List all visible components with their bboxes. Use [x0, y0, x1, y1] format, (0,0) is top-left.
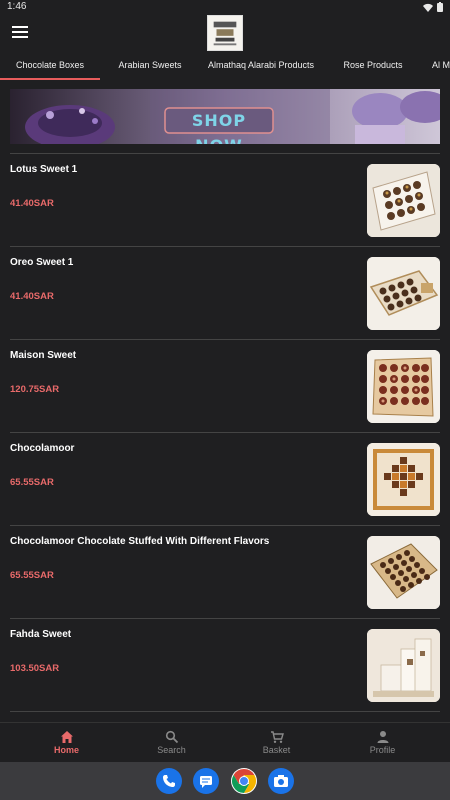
- hamburger-icon: [12, 26, 28, 28]
- product-price: 41.40SAR: [10, 291, 54, 302]
- tab-chocolate-boxes[interactable]: Chocolate Boxes: [0, 54, 100, 80]
- product-image: [367, 164, 440, 237]
- tab-al-m[interactable]: Al M: [424, 54, 450, 80]
- shop-now-banner[interactable]: SHOP NOW: [10, 89, 440, 144]
- product-price: 65.55SAR: [10, 570, 54, 581]
- status-time: 1:46: [7, 1, 27, 12]
- person-icon: [377, 731, 388, 743]
- nav-basket-label: Basket: [262, 745, 291, 755]
- category-tabs: Chocolate Boxes Arabian Sweets Almathaq …: [0, 54, 450, 80]
- cart-icon: [270, 731, 284, 743]
- battery-icon: [437, 2, 443, 12]
- search-icon: [165, 730, 178, 744]
- product-name: Maison Sweet: [10, 350, 77, 361]
- product-price: 41.40SAR: [10, 198, 54, 209]
- product-price: 65.55SAR: [10, 477, 54, 488]
- nav-home[interactable]: Home: [14, 723, 119, 763]
- camera-icon[interactable]: [268, 768, 294, 794]
- product-name: Lotus Sweet 1: [10, 164, 78, 175]
- tab-rose-products[interactable]: Rose Products: [322, 54, 424, 80]
- divider: [10, 711, 440, 712]
- product-item[interactable]: Oreo Sweet 1 41.40SAR: [0, 247, 450, 340]
- system-dock: [0, 762, 450, 800]
- nav-profile[interactable]: Profile: [330, 723, 435, 763]
- chrome-icon[interactable]: [231, 768, 257, 794]
- hamburger-icon-line: [12, 31, 28, 33]
- product-price: 103.50SAR: [10, 663, 60, 674]
- nav-profile-label: Profile: [369, 745, 396, 755]
- status-bar: 1:46: [0, 0, 450, 14]
- phone-icon[interactable]: [156, 768, 182, 794]
- product-name: Oreo Sweet 1: [10, 257, 74, 268]
- product-image: [367, 257, 440, 330]
- product-item[interactable]: Fahda Sweet 103.50SAR: [0, 619, 450, 712]
- product-item[interactable]: Chocolamoor 65.55SAR: [0, 433, 450, 526]
- wifi-icon: [423, 3, 433, 12]
- product-item[interactable]: Chocolamoor Chocolate Stuffed With Diffe…: [0, 526, 450, 619]
- hamburger-icon-line: [12, 36, 28, 38]
- nav-search[interactable]: Search: [119, 723, 224, 763]
- product-image: [367, 536, 440, 609]
- tab-almathaq-alarabi-products[interactable]: Almathaq Alarabi Products: [200, 54, 322, 80]
- product-item[interactable]: Lotus Sweet 1 41.40SAR: [0, 154, 450, 247]
- bottom-navigation: Home Search Basket Profile: [0, 722, 450, 762]
- hamburger-menu-button[interactable]: [12, 26, 28, 40]
- messages-icon[interactable]: [193, 768, 219, 794]
- status-icons: [423, 2, 443, 12]
- product-image: [367, 443, 440, 516]
- product-image: [367, 629, 440, 702]
- tab-arabian-sweets[interactable]: Arabian Sweets: [100, 54, 200, 80]
- nav-basket[interactable]: Basket: [224, 723, 329, 763]
- product-image: [367, 350, 440, 423]
- product-price: 120.75SAR: [10, 384, 60, 395]
- home-icon: [60, 731, 73, 743]
- product-name: Chocolamoor: [10, 443, 75, 454]
- banner-text: SHOP NOW: [191, 111, 247, 144]
- app-header: [0, 14, 450, 54]
- product-name: Fahda Sweet: [10, 629, 72, 640]
- nav-search-label: Search: [157, 745, 186, 755]
- store-logo[interactable]: [207, 15, 243, 51]
- product-item[interactable]: Maison Sweet 120.75SAR: [0, 340, 450, 433]
- product-name: Chocolamoor Chocolate Stuffed With Diffe…: [10, 536, 270, 547]
- nav-home-label: Home: [53, 745, 79, 755]
- product-list[interactable]: SHOP NOW Lotus Sweet 1 41.40SAR Oreo S: [0, 80, 450, 722]
